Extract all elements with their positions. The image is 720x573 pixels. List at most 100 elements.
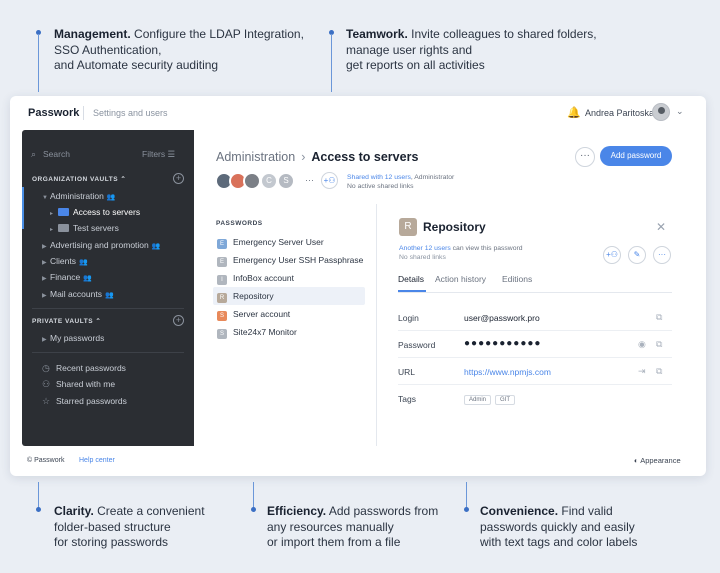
breadcrumb-parent[interactable]: Administration: [216, 150, 295, 164]
sidebar-item-clients[interactable]: ▶ Clients 👥: [42, 256, 88, 266]
caret-right-icon: ▶: [42, 276, 47, 282]
caret-right-icon: ▸: [50, 211, 54, 217]
filters-button[interactable]: Filters ☰: [142, 149, 175, 160]
tag-list: Admin GIT: [464, 393, 519, 405]
sidebar-item-mail-accounts[interactable]: ▶ Mail accounts 👥: [42, 289, 114, 299]
sidebar-item-shared[interactable]: ⚇ Shared with me: [42, 379, 115, 390]
chevron-right-icon: ›: [301, 150, 306, 164]
group-icon: 👥: [83, 275, 92, 282]
clock-icon: ◷: [42, 363, 50, 373]
sidebar-item-my-passwords[interactable]: ▶ My passwords: [42, 333, 104, 343]
list-item[interactable]: I InfoBox account: [213, 269, 365, 287]
chevron-up-icon: ⌃: [120, 176, 127, 183]
add-password-button[interactable]: Add password: [600, 146, 672, 166]
caret-right-icon: ▸: [50, 227, 54, 233]
users-access-link[interactable]: Another 12 users: [399, 245, 451, 252]
login-value[interactable]: user@passwork.pro: [464, 313, 540, 323]
tab-action-history[interactable]: Action history: [435, 274, 486, 284]
search-input[interactable]: Search: [43, 149, 70, 159]
more-options-button[interactable]: ···: [575, 147, 595, 167]
list-item[interactable]: S Site24x7 Monitor: [213, 323, 365, 341]
help-center-link[interactable]: Help center: [79, 457, 115, 464]
more-users-icon[interactable]: ···: [305, 175, 314, 185]
tag[interactable]: GIT: [495, 395, 516, 405]
avatar[interactable]: C: [260, 172, 278, 190]
add-user-button[interactable]: +⚇: [321, 172, 338, 189]
sidebar-item-finance[interactable]: ▶ Finance 👥: [42, 272, 92, 282]
private-vaults-heading[interactable]: PRIVATE VAULTS ⌃: [32, 317, 101, 325]
edit-button[interactable]: ✎: [628, 246, 646, 264]
callout-line: [38, 34, 39, 92]
share-user-button[interactable]: +⚇: [603, 246, 621, 264]
sidebar-item-starred[interactable]: ☆ Starred passwords: [42, 396, 127, 407]
tab-editions[interactable]: Editions: [502, 274, 532, 284]
label-badge: S: [217, 311, 227, 321]
sidebar-item-administration[interactable]: ▼ Administration 👥: [42, 191, 116, 201]
callout-convenience: Convenience. Find valid passwords quickl…: [480, 504, 638, 549]
label-badge: E: [217, 239, 227, 249]
bell-icon[interactable]: 🔔: [567, 106, 581, 119]
callout-line: [466, 482, 467, 508]
caret-right-icon: ▶: [42, 293, 47, 299]
breadcrumb: Administration › Access to servers: [216, 150, 418, 164]
sidebar-item-advertising[interactable]: ▶ Advertising and promotion 👥: [42, 240, 160, 250]
field-login: Login user@passwork.pro ⧉: [398, 304, 672, 331]
list-item[interactable]: E Emergency User SSH Passphrase: [213, 251, 365, 269]
password-value[interactable]: ●●●●●●●●●●●: [464, 338, 541, 349]
sidebar-item-access-to-servers[interactable]: ▸ Access to servers: [50, 207, 140, 217]
copy-icon[interactable]: ⧉: [656, 312, 662, 323]
field-label: URL: [398, 367, 416, 377]
add-vault-button[interactable]: +: [173, 173, 184, 184]
active-indicator: [22, 187, 24, 229]
access-info: Another 12 users can view this password: [399, 245, 523, 252]
sidebar: ⌕ Search Filters ☰ ORGANIZATION VAULTS ⌃…: [22, 130, 194, 446]
avatar[interactable]: [243, 172, 261, 190]
group-icon: 👥: [78, 259, 88, 266]
callout-dot: [464, 507, 469, 512]
chevron-down-icon[interactable]: ⌄: [676, 106, 684, 117]
callout-line: [253, 482, 254, 508]
caret-right-icon: ▶: [42, 244, 47, 250]
tag[interactable]: Admin: [464, 395, 492, 405]
tab-details[interactable]: Details: [398, 274, 424, 284]
avatar[interactable]: [652, 103, 670, 121]
field-url: URL https://www.npmjs.com ⇥ ⧉: [398, 358, 672, 385]
label-badge: S: [217, 329, 227, 339]
sidebar-item-recent[interactable]: ◷ Recent passwords: [42, 363, 126, 374]
callout-efficiency: Efficiency. Add passwords from any resou…: [267, 504, 439, 549]
users-icon: ⚇: [42, 379, 51, 389]
open-link-icon[interactable]: ⇥: [638, 366, 646, 377]
field-tags: Tags Admin GIT: [398, 385, 672, 412]
caret-down-icon: ▼: [42, 195, 48, 201]
copy-icon[interactable]: ⧉: [656, 339, 662, 350]
list-item[interactable]: R Repository: [213, 287, 365, 305]
close-icon[interactable]: ✕: [656, 220, 666, 234]
divider: [376, 204, 377, 446]
divider: [32, 352, 184, 353]
callout-teamwork: Teamwork. Invite colleagues to shared fo…: [346, 27, 597, 72]
add-private-vault-button[interactable]: +: [173, 315, 184, 326]
brand-logo[interactable]: Passwork: [28, 107, 79, 119]
sidebar-item-test-servers[interactable]: ▸ Test servers: [50, 223, 119, 233]
copy-icon[interactable]: ⧉: [656, 366, 662, 377]
list-item[interactable]: E Emergency Server User: [213, 233, 365, 251]
password-title: Repository: [423, 220, 486, 234]
avatar[interactable]: S: [277, 172, 295, 190]
divider: [32, 308, 184, 309]
more-options-button[interactable]: ···: [653, 246, 671, 264]
eye-icon[interactable]: ◉: [638, 339, 646, 350]
user-name[interactable]: Andrea Paritoska: [585, 108, 654, 118]
passwords-heading: PASSWORDS: [216, 220, 263, 227]
caret-right-icon: ▶: [42, 337, 47, 343]
settings-link[interactable]: Settings and users: [93, 108, 168, 118]
folder-icon: [58, 224, 69, 232]
folder-icon: [58, 208, 69, 216]
url-link[interactable]: https://www.npmjs.com: [464, 367, 551, 377]
appearance-button[interactable]: ◐ Appearance: [634, 456, 681, 465]
label-badge: I: [217, 275, 227, 285]
list-item[interactable]: S Server account: [213, 305, 365, 323]
org-vaults-heading[interactable]: ORGANIZATION VAULTS ⌃: [32, 175, 126, 183]
filter-icon: ☰: [167, 149, 176, 159]
shared-users-link[interactable]: Shared with 12 users: [347, 174, 411, 181]
password-badge: R: [399, 218, 417, 236]
